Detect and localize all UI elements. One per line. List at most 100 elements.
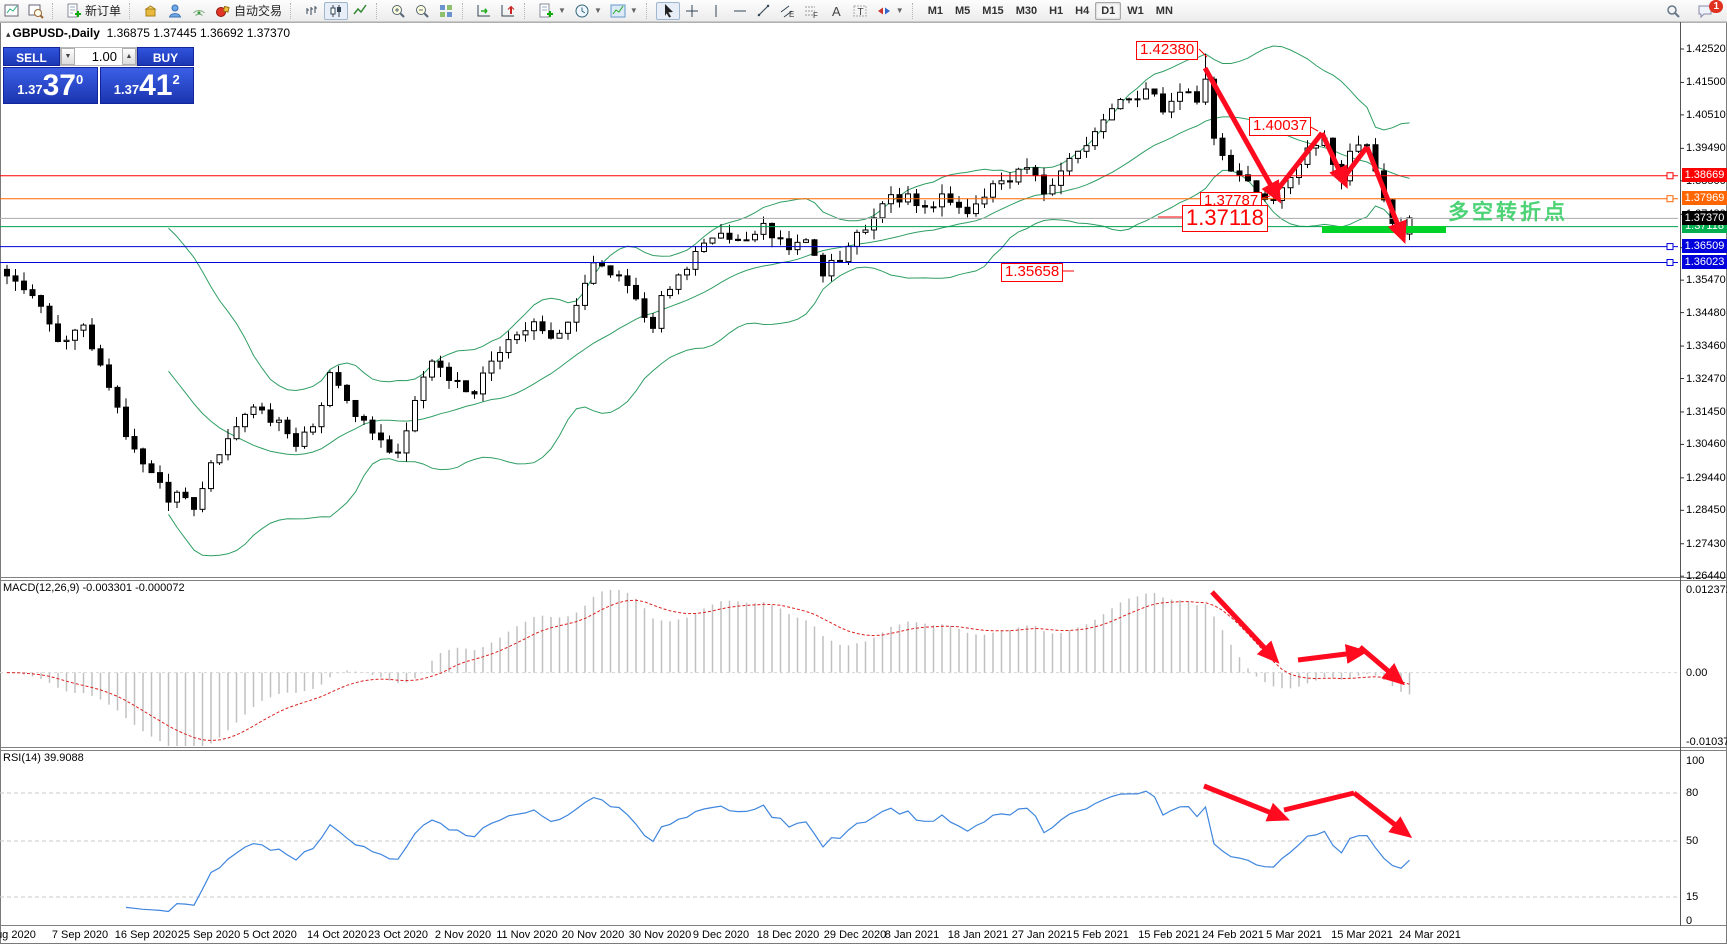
- trend-arrow[interactable]: [1276, 131, 1324, 191]
- buy-price-point: 2: [172, 72, 180, 87]
- buy-price[interactable]: 1.37 41 2: [99, 67, 194, 104]
- price-flag-1.37969: 1.37969: [1682, 191, 1727, 206]
- trend-arrow[interactable]: [1210, 590, 1280, 664]
- candle-body: [140, 448, 146, 465]
- level-line-handle[interactable]: [1666, 259, 1674, 267]
- candle-body: [165, 481, 172, 503]
- candle-body: [259, 406, 265, 411]
- candle-body: [658, 295, 665, 329]
- support-highlight-bar[interactable]: [1322, 226, 1446, 233]
- sell-button[interactable]: SELL: [3, 47, 60, 66]
- candle-body: [956, 201, 962, 208]
- date-label: 8 Jan 2021: [884, 929, 940, 941]
- candle-body: [803, 239, 809, 243]
- candle-body: [182, 491, 189, 499]
- candle-body: [565, 321, 571, 334]
- candle-body: [1202, 78, 1209, 103]
- volume-control: ▼ ▲: [60, 47, 137, 66]
- price-flag-1.36509: 1.36509: [1682, 239, 1727, 254]
- level-line-handle[interactable]: [1666, 195, 1674, 203]
- price-callout-1.42380[interactable]: 1.42380: [1136, 41, 1199, 60]
- buy-button[interactable]: BUY: [137, 47, 194, 66]
- trend-arrow[interactable]: [1297, 644, 1369, 664]
- candle-body: [301, 431, 308, 447]
- price-tick-1.28450: 1.28450: [1686, 504, 1726, 517]
- rsi-tick-15: 15: [1686, 891, 1699, 903]
- candle-body: [820, 254, 826, 277]
- trend-arrow[interactable]: [1358, 645, 1405, 686]
- macd-tick--0.010374: -0.010374: [1686, 735, 1727, 748]
- candle-body: [361, 415, 367, 421]
- date-label: 5 Feb 2021: [1073, 929, 1129, 941]
- sell-price-pips: 37: [42, 68, 76, 102]
- candle-body: [633, 284, 639, 300]
- candle-body: [531, 321, 537, 332]
- candle-body: [63, 339, 70, 342]
- candle-body: [743, 239, 750, 242]
- volume-decrease-button[interactable]: ▼: [61, 48, 75, 65]
- candle-body: [284, 419, 291, 435]
- candle-body: [811, 239, 818, 256]
- candle-body: [701, 242, 707, 253]
- candle-body: [1219, 137, 1226, 156]
- level-line-handle[interactable]: [1666, 172, 1674, 180]
- buy-price-pips: 41: [139, 68, 173, 102]
- bull-bear-turning-point-annotation[interactable]: 多空转折点: [1448, 196, 1568, 226]
- candle-body: [276, 419, 282, 423]
- candle-body: [80, 324, 87, 331]
- candle-body: [386, 439, 393, 453]
- candle-body: [973, 203, 979, 215]
- level-line-handle[interactable]: [1666, 243, 1674, 251]
- candle-body: [191, 497, 197, 510]
- candle-body: [1024, 167, 1030, 170]
- candle-body: [709, 237, 716, 244]
- candle-body: [616, 274, 622, 277]
- trend-arrow[interactable]: [1364, 146, 1407, 245]
- price-tick-1.29440: 1.29440: [1686, 471, 1726, 484]
- candle-body: [250, 406, 257, 415]
- price-callout-1.40037[interactable]: 1.40037: [1249, 117, 1312, 136]
- price-tick-1.34480: 1.34480: [1686, 306, 1726, 319]
- candle-body: [675, 274, 682, 290]
- candle-body: [1160, 93, 1166, 113]
- candle-body: [29, 289, 36, 297]
- trend-arrow[interactable]: [1283, 790, 1355, 813]
- candle-body: [225, 438, 231, 456]
- candle-body: [199, 488, 206, 510]
- candle-body: [488, 360, 495, 374]
- price-tick-1.41500: 1.41500: [1686, 76, 1726, 89]
- date-label: 8 Aug 2020: [0, 929, 36, 941]
- volume-increase-button[interactable]: ▲: [122, 48, 136, 65]
- candle-body: [1355, 144, 1362, 152]
- candle-body: [879, 203, 886, 219]
- candle-body: [1364, 144, 1370, 147]
- candle-body: [72, 329, 78, 341]
- candle-body: [310, 426, 316, 433]
- candle-body: [794, 241, 801, 251]
- trend-arrow[interactable]: [1203, 783, 1291, 822]
- volume-input[interactable]: [75, 48, 122, 65]
- candle-body: [905, 193, 911, 203]
- candle-body: [786, 238, 792, 251]
- candle-body: [760, 222, 767, 235]
- candle-body: [267, 409, 274, 423]
- price-tick-1.27430: 1.27430: [1686, 537, 1726, 550]
- candle-body: [582, 282, 588, 306]
- date-label: 25 Sep 2020: [177, 929, 241, 941]
- chart-symbol-period: GBPUSD-,Daily: [12, 26, 100, 40]
- sell-price[interactable]: 1.37 37 0: [3, 67, 98, 104]
- price-callout-1.37118[interactable]: 1.37118: [1182, 205, 1268, 232]
- candle-body: [352, 399, 359, 417]
- candle-body: [692, 251, 699, 270]
- macd-signal-line: [6, 599, 1410, 742]
- candle-body: [837, 259, 843, 263]
- price-tick-1.26440: 1.26440: [1686, 570, 1726, 583]
- candle-body: [420, 376, 427, 401]
- candle-body: [12, 275, 19, 282]
- candle-body: [1092, 131, 1098, 147]
- trend-arrow[interactable]: [1352, 791, 1413, 838]
- candle-body: [726, 232, 733, 240]
- candle-body: [293, 433, 299, 447]
- price-callout-1.35658[interactable]: 1.35658: [1001, 263, 1064, 282]
- candle-body: [38, 295, 44, 307]
